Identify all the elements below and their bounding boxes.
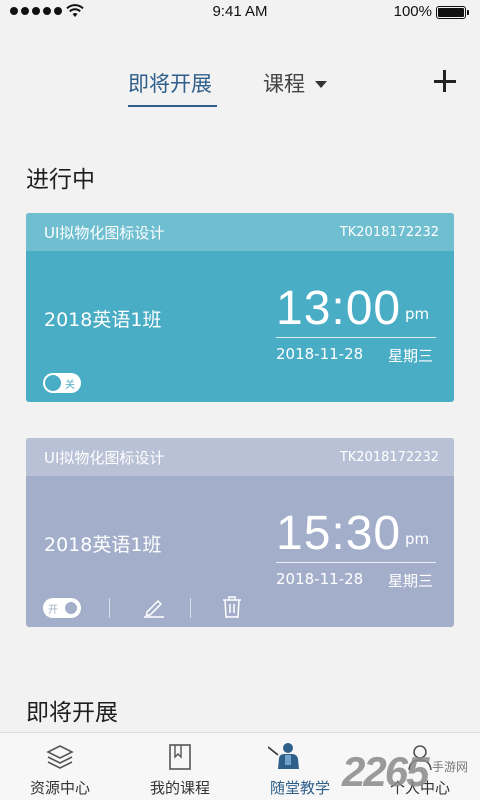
tab-course-label: 课程 (263, 72, 305, 96)
card-title: UI拟物化图标设计 (44, 448, 165, 467)
card-toggle[interactable]: 开 (43, 598, 81, 618)
card-header: UI拟物化图标设计 TK2018172232 (26, 213, 454, 251)
toggle-label: 关 (65, 380, 75, 391)
trash-icon[interactable] (221, 595, 243, 619)
ampm-label: pm (405, 305, 430, 323)
layers-icon (46, 745, 74, 769)
toggle-knob (63, 600, 79, 616)
status-bar: 9:41 AM 100% (0, 0, 480, 26)
action-divider (190, 598, 191, 618)
card-code: TK2018172232 (339, 449, 439, 465)
edit-icon[interactable] (143, 596, 165, 618)
start-time: 13:00 (276, 282, 402, 335)
book-icon (169, 744, 191, 770)
action-divider (109, 598, 110, 618)
time-divider (276, 562, 436, 563)
date-label: 2018-11-28 (276, 345, 364, 363)
section-title-upcoming: 即将开展 (26, 700, 118, 726)
card-code: TK2018172232 (339, 224, 439, 240)
time-divider (276, 337, 436, 338)
tab-resource-center[interactable]: 资源中心 (0, 733, 120, 800)
toggle-knob (45, 375, 61, 391)
ampm-label: pm (405, 530, 430, 548)
tab-my-courses[interactable]: 我的课程 (120, 733, 240, 800)
course-card[interactable]: UI拟物化图标设计 TK2018172232 2018英语1班 15:30 pm… (26, 438, 454, 627)
battery-icon (436, 6, 469, 19)
watermark-number: 2265 (342, 748, 429, 795)
date-label: 2018-11-28 (276, 570, 364, 588)
class-name: 2018英语1班 (44, 534, 162, 556)
card-title: UI拟物化图标设计 (44, 223, 165, 242)
tab-course-dropdown[interactable]: 课程 (263, 68, 327, 98)
start-time: 15:30 (276, 507, 402, 560)
card-header: UI拟物化图标设计 TK2018172232 (26, 438, 454, 476)
add-button[interactable] (430, 66, 460, 96)
card-toggle[interactable]: 关 (43, 373, 81, 393)
class-name: 2018英语1班 (44, 309, 162, 331)
watermark-logo: 2265 手游网 (340, 748, 480, 800)
tab-active-indicator (128, 105, 217, 107)
caret-down-icon (315, 80, 327, 88)
watermark-text: 手游网 (432, 760, 469, 774)
weekday-label: 星期三 (388, 572, 434, 590)
tab-label: 我的课程 (149, 779, 210, 797)
weekday-label: 星期三 (388, 347, 434, 365)
tab-upcoming[interactable]: 即将开展 (128, 68, 212, 98)
tab-label: 资源中心 (29, 779, 90, 797)
battery-percent: 100% (393, 3, 432, 20)
section-title-in-progress: 进行中 (26, 167, 95, 193)
course-card[interactable]: UI拟物化图标设计 TK2018172232 2018英语1班 13:00 pm… (26, 213, 454, 402)
teacher-icon (268, 743, 299, 769)
toggle-label: 开 (48, 605, 58, 616)
